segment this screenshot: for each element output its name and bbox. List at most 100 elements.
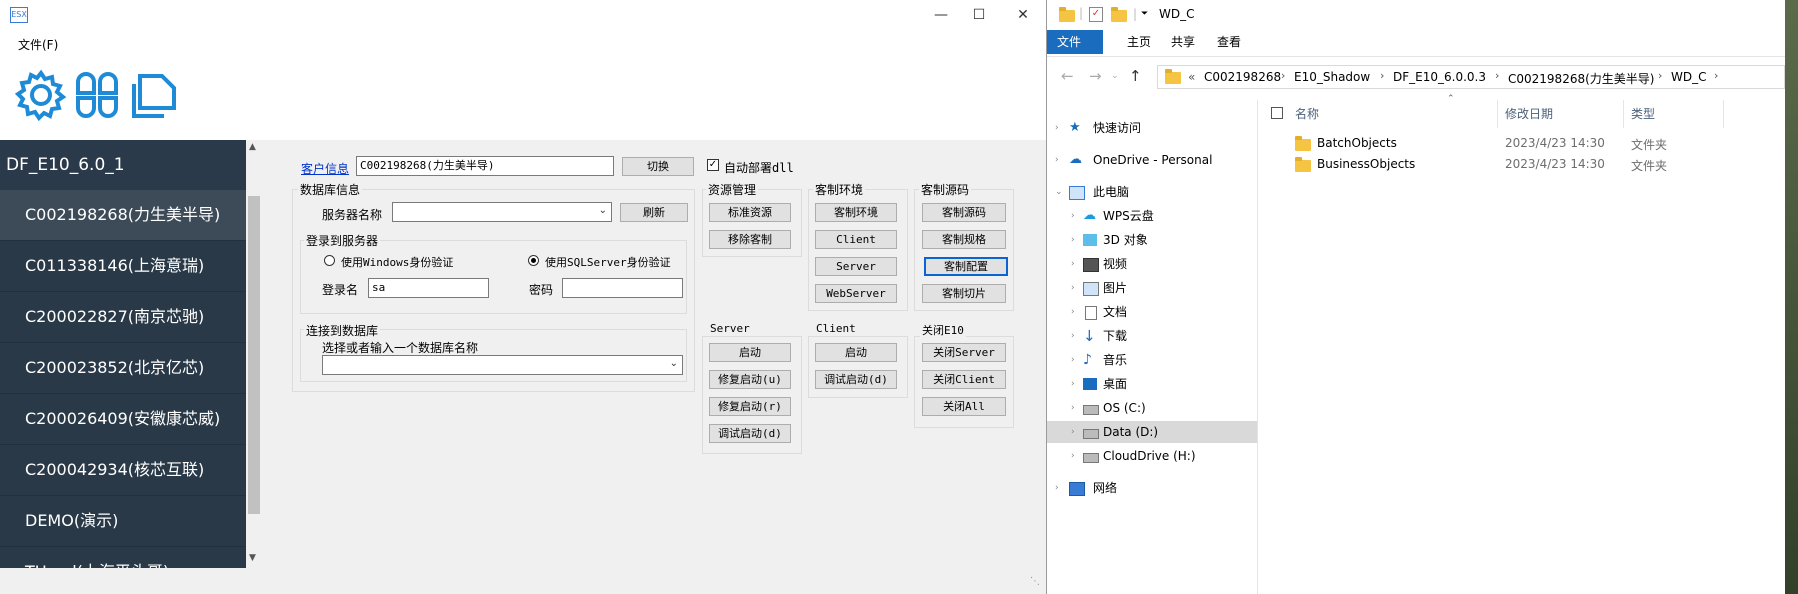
breadcrumb-item[interactable]: E10_Shadow [1294,70,1370,84]
custom-source-button[interactable]: 客制源码 [922,203,1006,222]
nav-network[interactable]: › 网络 [1047,477,1257,499]
server-repair-start-r-button[interactable]: 修复启动(r) [709,397,791,416]
windows-auth-radio[interactable] [324,255,335,266]
chevron-right-icon[interactable]: › [1055,149,1059,171]
chevron-right-icon[interactable]: › [1071,397,1075,419]
file-row[interactable]: BatchObjects 2023/4/23 14:30 文件夹 [1259,134,1785,154]
client-debug-start-button[interactable]: 调试启动(d) [815,370,897,389]
customer-list-item[interactable]: C200023852(北京亿芯) [0,343,246,394]
chevron-right-icon[interactable]: › [1071,277,1075,299]
column-divider[interactable] [1723,100,1724,128]
breadcrumb-item[interactable]: C002198268 [1204,70,1281,84]
login-name-input[interactable]: sa [368,278,489,298]
modules-icon[interactable] [70,68,124,122]
chevron-right-icon[interactable]: › [1071,253,1075,275]
nav-quick-access[interactable]: › ★ 快速访问 [1047,117,1257,139]
close-all-button[interactable]: 关闭All [922,397,1006,416]
tab-file[interactable]: 文件 [1047,30,1103,54]
sql-auth-radio[interactable] [528,255,539,266]
chevron-right-icon[interactable]: › [1071,301,1075,323]
recent-dropdown-icon[interactable]: ⌄ [1111,71,1119,81]
breadcrumb-item[interactable]: C002198268(力生美半导) [1508,70,1654,87]
auto-deploy-checkbox[interactable]: ✓ [707,159,719,171]
close-client-button[interactable]: 关闭Client [922,370,1006,389]
breadcrumb-separator-icon[interactable]: › [1495,69,1499,82]
refresh-button[interactable]: 刷新 [620,203,688,222]
custom-env-button[interactable]: 客制环境 [815,203,897,222]
nav-documents[interactable]: › 文档 [1047,301,1257,323]
chevron-right-icon[interactable]: › [1071,325,1075,347]
breadcrumb-separator-icon[interactable]: › [1380,69,1384,82]
customer-info-link[interactable]: 客户信息 [301,160,349,177]
nav-drive-d[interactable]: › Data (D:) [1047,421,1257,443]
custom-spec-button[interactable]: 客制规格 [922,230,1006,249]
chevron-right-icon[interactable]: › [1055,117,1059,139]
copy-document-icon[interactable] [126,68,180,122]
chevron-down-icon[interactable]: ⌄ [1055,181,1063,203]
nav-wps-cloud[interactable]: › ☁ WPS云盘 [1047,205,1257,227]
server-repair-start-u-button[interactable]: 修复启动(u) [709,370,791,389]
chevron-right-icon[interactable]: › [1071,373,1075,395]
close-server-button[interactable]: 关闭Server [922,343,1006,362]
column-divider[interactable] [1623,100,1624,128]
nav-pictures[interactable]: › 图片 [1047,277,1257,299]
customer-list-item[interactable]: C200026409(安徽康芯威) [0,394,246,445]
password-input[interactable] [562,278,683,298]
nav-videos[interactable]: › 视频 [1047,253,1257,275]
gear-icon[interactable] [14,68,68,122]
chevron-right-icon[interactable]: › [1071,445,1075,467]
close-button[interactable]: ✕ [1000,0,1046,30]
nav-downloads[interactable]: › ↓ 下载 [1047,325,1257,347]
back-arrow-icon[interactable]: ← [1061,67,1074,85]
column-header-date[interactable]: 修改日期 [1505,105,1553,122]
breadcrumb-separator-icon[interactable]: › [1658,69,1662,82]
scroll-down-icon[interactable]: ▼ [249,553,256,563]
environment-header[interactable]: DF_E10_6.0_1 [0,140,246,190]
tab-share[interactable]: 共享 [1161,30,1205,54]
server-debug-start-button[interactable]: 调试启动(d) [709,424,791,443]
breadcrumb-item[interactable]: WD_C [1671,70,1706,84]
new-folder-icon[interactable] [1111,7,1127,22]
customer-list-item[interactable]: C200022827(南京芯驰) [0,292,246,343]
server-name-combo[interactable]: ⌄ [392,202,612,222]
scroll-up-icon[interactable]: ▲ [249,142,256,152]
breadcrumb-item[interactable]: DF_E10_6.0.0.3 [1393,70,1486,84]
nav-music[interactable]: › ♪ 音乐 [1047,349,1257,371]
nav-drive-h[interactable]: › CloudDrive (H:) [1047,445,1257,467]
custom-config-button[interactable]: 客制配置 [924,257,1008,276]
breadcrumb-separator-icon[interactable]: › [1281,69,1285,82]
chevron-right-icon[interactable]: › [1071,205,1075,227]
customer-list-item[interactable]: C002198268(力生美半导) [0,190,246,241]
breadcrumb-overflow[interactable]: « [1188,70,1195,84]
resize-grip-icon[interactable]: ⋱ [1030,576,1040,587]
customer-list-item[interactable]: THead(上海平头哥) [0,547,246,568]
nav-3d-objects[interactable]: › 3D 对象 [1047,229,1257,251]
maximize-button[interactable]: ☐ [956,0,1002,30]
column-divider[interactable] [1497,100,1498,128]
env-client-button[interactable]: Client [815,230,897,249]
column-header-name[interactable]: 名称 [1295,105,1319,122]
address-bar[interactable]: « C002198268 › E10_Shadow › DF_E10_6.0.0… [1157,65,1785,89]
customer-list-scrollbar[interactable]: ▲ ▼ [246,140,263,568]
up-arrow-icon[interactable]: ↑ [1129,67,1142,85]
customer-list-item[interactable]: DEMO(演示) [0,496,246,547]
env-server-button[interactable]: Server [815,257,897,276]
client-start-button[interactable]: 启动 [815,343,897,362]
file-row[interactable]: BusinessObjects 2023/4/23 14:30 文件夹 [1259,155,1785,175]
database-combo[interactable]: ⌄ [322,355,683,375]
custom-slice-button[interactable]: 客制切片 [922,284,1006,303]
tab-home[interactable]: 主页 [1117,30,1161,54]
tab-view[interactable]: 查看 [1207,30,1251,54]
standard-resource-button[interactable]: 标准资源 [709,203,791,222]
nav-onedrive[interactable]: › ☁ OneDrive - Personal [1047,149,1257,171]
nav-drive-c[interactable]: › OS (C:) [1047,397,1257,419]
customer-list-item[interactable]: C011338146(上海意瑞) [0,241,246,292]
select-all-checkbox[interactable] [1271,107,1283,119]
chevron-right-icon[interactable]: › [1071,421,1075,443]
switch-button[interactable]: 切换 [622,157,694,176]
column-header-type[interactable]: 类型 [1631,105,1655,122]
nav-desktop[interactable]: › 桌面 [1047,373,1257,395]
breadcrumb-separator-icon[interactable]: › [1714,69,1718,82]
menu-file[interactable]: 文件(F) [18,36,58,53]
server-start-button[interactable]: 启动 [709,343,791,362]
